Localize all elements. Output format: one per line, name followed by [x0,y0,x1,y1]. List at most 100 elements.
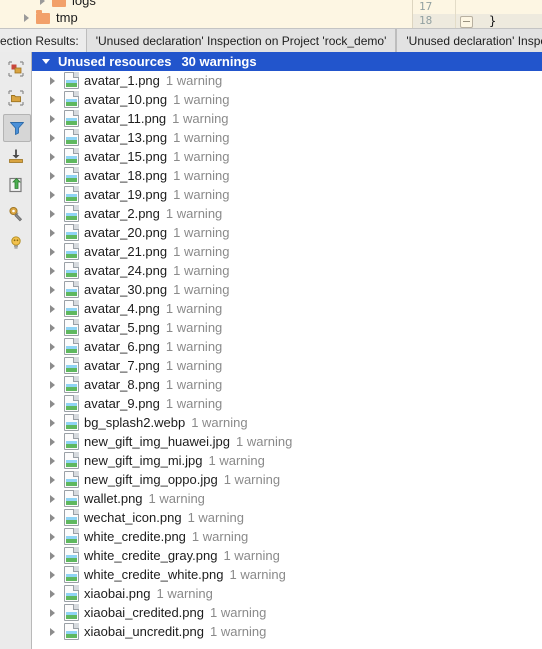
results-warning-count: 30 warnings [181,54,257,69]
group-by-modules-icon[interactable] [3,56,29,82]
chevron-right-icon[interactable] [50,152,55,161]
chevron-right-icon[interactable] [50,114,55,123]
result-row[interactable]: new_gift_img_mi.jpg 1 warning [32,451,542,470]
group-by-directory-icon[interactable] [3,85,29,111]
settings-wrench-icon[interactable] [3,201,29,227]
chevron-right-icon[interactable] [50,608,55,617]
result-row[interactable]: new_gift_img_huawei.jpg 1 warning [32,432,542,451]
result-row[interactable]: xiaobai_uncredit.png 1 warning [32,622,542,641]
chevron-right-icon[interactable] [24,14,29,22]
result-file-name: avatar_10.png [84,92,168,107]
image-file-icon [64,528,79,545]
result-file-name: white_credite_gray.png [84,548,218,563]
chevron-right-icon[interactable] [50,361,55,370]
chevron-right-icon[interactable] [50,418,55,427]
chevron-right-icon[interactable] [50,456,55,465]
chevron-right-icon[interactable] [50,133,55,142]
result-row[interactable]: new_gift_img_oppo.jpg 1 warning [32,470,542,489]
result-row[interactable]: avatar_15.png 1 warning [32,147,542,166]
editor-pane[interactable]: 17 18 } [412,0,542,28]
result-file-name: xiaobai_uncredit.png [84,624,204,639]
chevron-right-icon[interactable] [50,323,55,332]
inspection-results-tree[interactable]: Unused resources 30 warnings avatar_1.pn… [32,52,542,649]
chevron-right-icon[interactable] [50,513,55,522]
chevron-right-icon[interactable] [50,171,55,180]
result-row[interactable]: xiaobai_credited.png 1 warning [32,603,542,622]
chevron-right-icon[interactable] [50,304,55,313]
chevron-right-icon[interactable] [50,494,55,503]
result-row[interactable]: avatar_10.png 1 warning [32,90,542,109]
result-row[interactable]: avatar_20.png 1 warning [32,223,542,242]
result-row[interactable]: wallet.png 1 warning [32,489,542,508]
chevron-right-icon[interactable] [50,266,55,275]
result-row[interactable]: avatar_6.png 1 warning [32,337,542,356]
chevron-right-icon[interactable] [50,399,55,408]
result-file-name: avatar_6.png [84,339,160,354]
result-warning-count: 1 warning [165,358,223,373]
result-file-name: avatar_9.png [84,396,160,411]
result-row[interactable]: wechat_icon.png 1 warning [32,508,542,527]
result-row[interactable]: avatar_18.png 1 warning [32,166,542,185]
export-to-file-icon[interactable] [3,143,29,169]
tab-unused-declaration-inspection[interactable]: 'Unused declaration' Inspection [396,29,542,52]
chevron-right-icon[interactable] [50,247,55,256]
result-row[interactable]: avatar_19.png 1 warning [32,185,542,204]
code-fold-icon[interactable] [460,16,473,28]
chevron-right-icon[interactable] [50,570,55,579]
tab-unused-declaration-rock-demo[interactable]: 'Unused declaration' Inspection on Proje… [85,29,397,52]
result-file-name: avatar_11.png [84,111,167,126]
chevron-right-icon[interactable] [50,589,55,598]
chevron-right-icon[interactable] [50,475,55,484]
result-row[interactable]: avatar_13.png 1 warning [32,128,542,147]
lightbulb-icon[interactable] [3,230,29,256]
chevron-down-icon[interactable] [42,59,50,64]
chevron-right-icon[interactable] [50,380,55,389]
result-row[interactable]: avatar_2.png 1 warning [32,204,542,223]
result-file-name: avatar_7.png [84,358,160,373]
result-row[interactable]: avatar_9.png 1 warning [32,394,542,413]
chevron-right-icon[interactable] [50,190,55,199]
result-row[interactable]: avatar_11.png 1 warning [32,109,542,128]
result-row[interactable]: avatar_4.png 1 warning [32,299,542,318]
result-row[interactable]: avatar_7.png 1 warning [32,356,542,375]
result-row[interactable]: avatar_30.png 1 warning [32,280,542,299]
result-row[interactable]: xiaobai.png 1 warning [32,584,542,603]
result-row[interactable]: avatar_8.png 1 warning [32,375,542,394]
result-row[interactable]: white_credite_gray.png 1 warning [32,546,542,565]
result-warning-count: 1 warning [209,624,267,639]
chevron-right-icon[interactable] [50,532,55,541]
chevron-right-icon[interactable] [50,76,55,85]
image-file-icon [64,205,79,222]
result-warning-count: 1 warning [229,567,286,582]
inspection-results-window: logs tmp 17 18 } ection Results: 'Unused… [0,0,542,649]
result-row[interactable]: avatar_1.png 1 warning [32,71,542,90]
result-row[interactable]: avatar_21.png 1 warning [32,242,542,261]
project-tree-pane[interactable]: logs tmp [0,0,412,28]
result-warning-count: 1 warning [173,244,230,259]
chevron-right-icon[interactable] [50,551,55,560]
filter-icon[interactable] [3,114,31,142]
project-tree-node-tmp[interactable]: tmp [0,8,78,28]
results-group-header[interactable]: Unused resources 30 warnings [32,52,542,71]
chevron-right-icon[interactable] [50,342,55,351]
chevron-right-icon[interactable] [50,437,55,446]
image-file-icon [64,243,79,260]
chevron-right-icon[interactable] [50,285,55,294]
result-row[interactable]: white_credite.png 1 warning [32,527,542,546]
result-warning-count: 1 warning [165,320,223,335]
chevron-right-icon[interactable] [50,95,55,104]
image-file-icon [64,490,79,507]
result-row[interactable]: avatar_24.png 1 warning [32,261,542,280]
result-warning-count: 1 warning [191,415,248,430]
chevron-right-icon[interactable] [50,209,55,218]
result-row[interactable]: bg_splash2.webp 1 warning [32,413,542,432]
chevron-right-icon[interactable] [50,627,55,636]
result-warning-count: 1 warning [165,339,223,354]
chevron-right-icon[interactable] [40,0,45,5]
result-row[interactable]: white_credite_white.png 1 warning [32,565,542,584]
chevron-right-icon[interactable] [50,228,55,237]
editor-line-18: 18 } [413,14,542,28]
result-file-name: avatar_4.png [84,301,160,316]
result-row[interactable]: avatar_5.png 1 warning [32,318,542,337]
open-in-editor-icon[interactable] [3,172,29,198]
